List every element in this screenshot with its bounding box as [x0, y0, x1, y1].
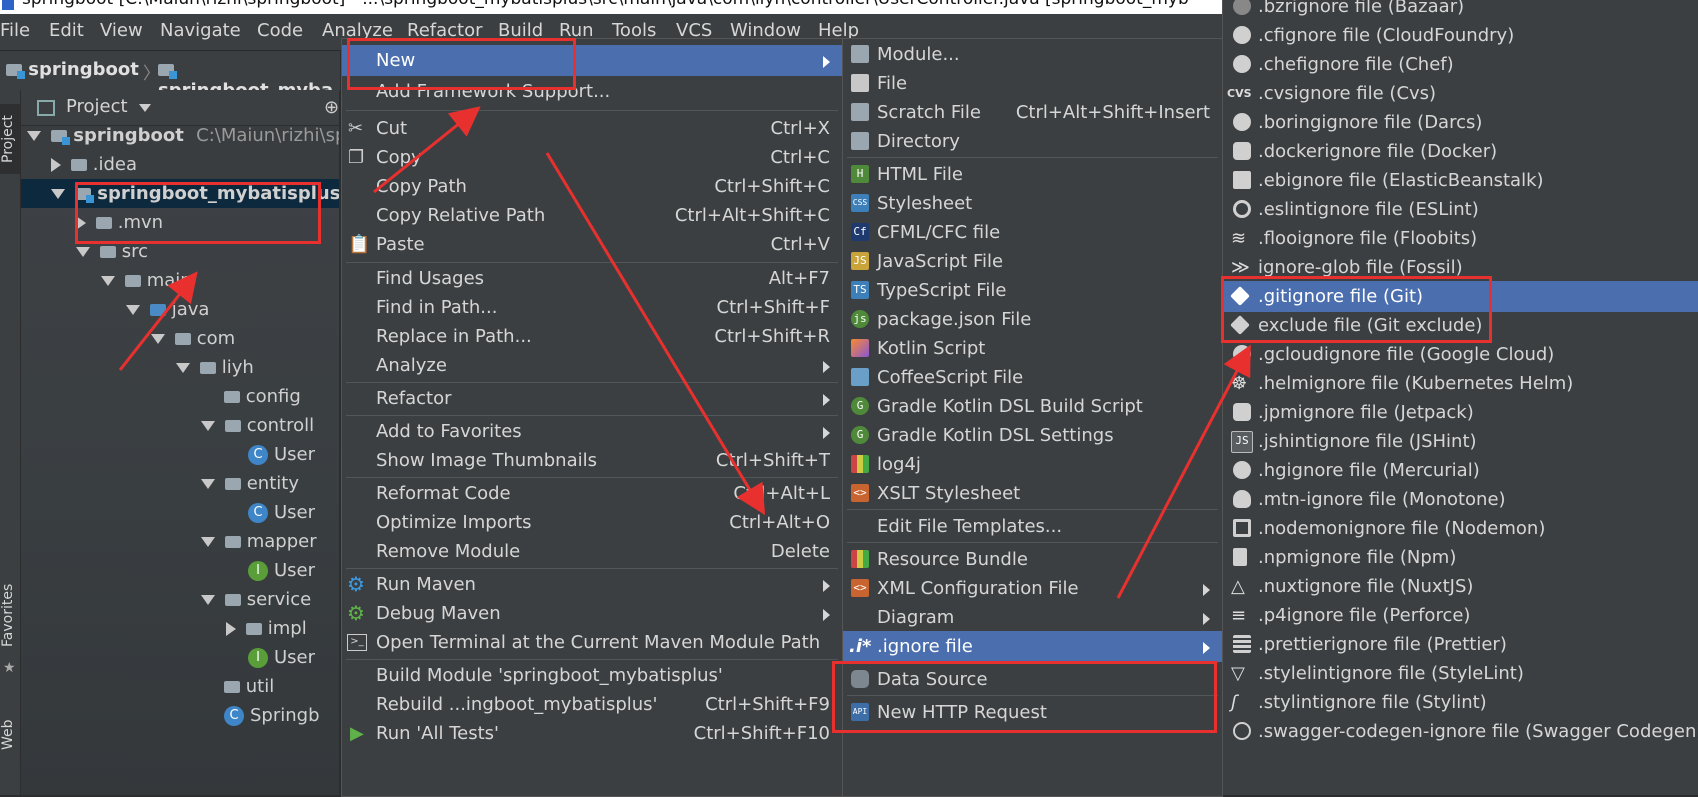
annotation-arrow-to-gitignore [1116, 344, 1251, 599]
annotation-arrow-to-module [118, 271, 198, 371]
annotation-arrows [118, 106, 1251, 599]
annotation-arrow-to-new [373, 106, 481, 194]
annotation-arrow-to-ignore-file [545, 152, 766, 516]
